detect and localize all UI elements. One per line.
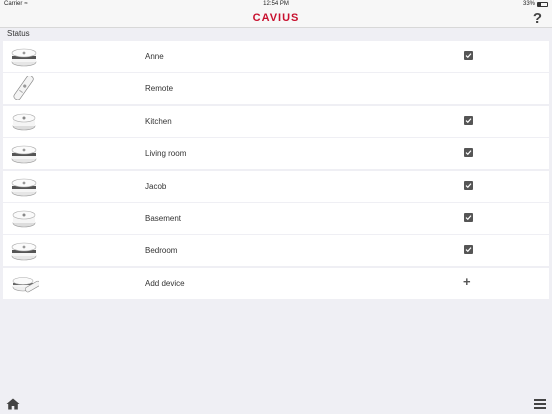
add-device-label: Add device bbox=[145, 278, 185, 288]
device-label: Basement bbox=[145, 213, 182, 223]
device-label: Jacob bbox=[145, 181, 167, 191]
device-row[interactable]: Kitchen bbox=[3, 105, 549, 137]
battery-percent: 33% bbox=[522, 1, 535, 7]
device-row[interactable]: Anne bbox=[3, 41, 549, 72]
status-check-icon bbox=[464, 148, 473, 158]
nav-bar: CAVIUS ? bbox=[0, 9, 552, 28]
menu-icon[interactable] bbox=[534, 398, 546, 410]
bottom-toolbar bbox=[0, 396, 552, 414]
heat-detector-icon bbox=[9, 109, 39, 133]
smoke-detector-icon bbox=[9, 174, 39, 198]
device-row[interactable]: Living room bbox=[3, 138, 549, 170]
status-bar: Carrier ≈ 12:54 PM 33% bbox=[0, 0, 552, 9]
device-label: Remote bbox=[145, 84, 174, 94]
status-check-icon bbox=[464, 212, 473, 222]
device-kit-icon bbox=[9, 271, 41, 295]
cavius-logo: CAVIUS bbox=[252, 12, 300, 24]
device-label: Kitchen bbox=[145, 116, 172, 126]
status-check-icon bbox=[464, 245, 473, 255]
status-check-icon bbox=[464, 115, 473, 125]
smoke-detector-icon bbox=[9, 238, 39, 262]
device-row[interactable]: Jacob bbox=[3, 170, 549, 202]
device-label: Bedroom bbox=[145, 246, 178, 256]
device-label: Anne bbox=[145, 52, 164, 61]
remote-control-icon bbox=[9, 75, 39, 101]
clock: 12:54 PM bbox=[263, 1, 289, 7]
device-label: Living room bbox=[145, 149, 187, 159]
help-button[interactable]: ? bbox=[533, 10, 542, 27]
device-list: Anne Remote Kitchen Living room Jacob Basemen… bbox=[3, 41, 549, 300]
status-check-icon bbox=[464, 51, 473, 60]
home-icon[interactable] bbox=[6, 398, 20, 410]
battery-indicator: 33% bbox=[523, 1, 548, 7]
smoke-detector-icon bbox=[9, 44, 39, 68]
section-title: Status bbox=[7, 29, 30, 38]
smoke-detector-icon bbox=[9, 141, 39, 165]
device-row[interactable]: Basement bbox=[3, 202, 549, 234]
add-device-row[interactable]: Add device + bbox=[3, 267, 549, 299]
battery-icon bbox=[537, 1, 548, 7]
device-row[interactable]: Bedroom bbox=[3, 235, 549, 267]
device-row[interactable]: Remote bbox=[3, 73, 549, 105]
heat-detector-icon bbox=[9, 206, 39, 230]
status-check-icon bbox=[464, 180, 473, 190]
plus-icon[interactable]: + bbox=[463, 274, 471, 289]
